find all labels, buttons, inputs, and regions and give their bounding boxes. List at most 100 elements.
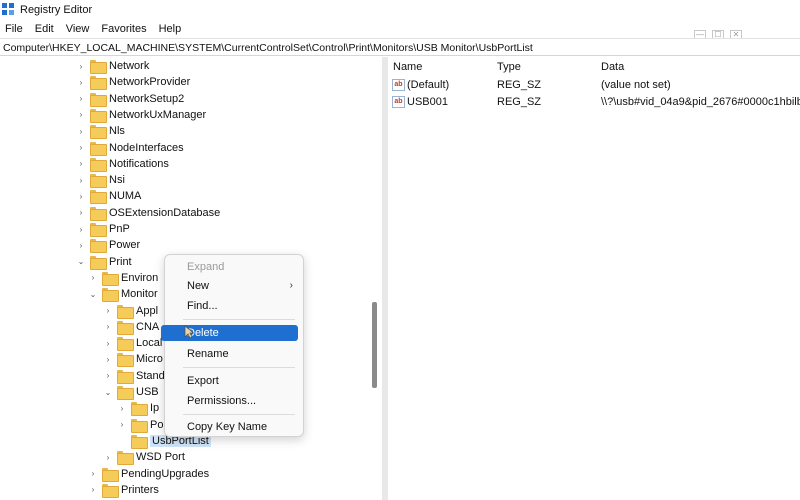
menu-edit[interactable]: Edit	[29, 20, 60, 38]
tree-item[interactable]: › NetworkProvider	[76, 74, 190, 91]
chevron-right-icon[interactable]: ›	[76, 156, 86, 172]
value-name: (Default)	[407, 79, 450, 91]
chevron-right-icon[interactable]: ›	[103, 351, 113, 367]
menu-file[interactable]: File	[0, 20, 29, 38]
value-row[interactable]: ab USB001 REG_SZ \\?\usb#vid_04a9&pid_26…	[388, 94, 800, 110]
tree-item[interactable]: › Stand	[103, 368, 165, 384]
chevron-right-icon[interactable]: ›	[76, 58, 86, 74]
tree-item[interactable]: › NUMA	[76, 188, 141, 205]
value-type: REG_SZ	[497, 96, 542, 108]
column-header-type[interactable]: Type	[497, 61, 521, 73]
value-row[interactable]: ab (Default) REG_SZ (value not set)	[388, 77, 800, 93]
folder-icon	[90, 223, 107, 237]
tree-item[interactable]: › Appl	[103, 303, 158, 319]
chevron-right-icon[interactable]: ›	[76, 221, 86, 237]
folder-icon	[117, 353, 134, 368]
folder-icon	[90, 174, 107, 189]
context-menu-find[interactable]: Find...	[169, 298, 299, 314]
tree-item-label: WSD Port	[136, 451, 185, 464]
column-header-data[interactable]: Data	[601, 61, 624, 73]
chevron-down-icon[interactable]: ⌄	[88, 286, 98, 302]
chevron-right-icon[interactable]: ›	[103, 303, 113, 319]
tree-item[interactable]: › Environ	[88, 270, 158, 286]
tree-item[interactable]: › Network	[76, 58, 149, 74]
chevron-right-icon[interactable]: ›	[76, 74, 86, 90]
tree-item[interactable]: › Po	[117, 417, 163, 433]
folder-icon	[117, 337, 134, 352]
tree-item[interactable]: › Printers	[88, 482, 159, 498]
folder-icon	[90, 125, 107, 140]
chevron-down-icon[interactable]: ⌄	[103, 384, 113, 400]
context-menu-export[interactable]: Export	[169, 373, 299, 389]
value-data: \\?\usb#vid_04a9&pid_2676#0000c1hbilbc	[601, 96, 800, 108]
tree-item[interactable]: › Notifications	[76, 156, 169, 172]
tree-item[interactable]: › Nsi	[76, 172, 125, 189]
folder-icon	[90, 255, 107, 270]
tree-item[interactable]: ⌄ USB	[103, 384, 159, 400]
chevron-right-icon[interactable]: ›	[88, 466, 98, 482]
tree-item-label: Po	[150, 418, 164, 431]
chevron-right-icon[interactable]: ›	[76, 237, 86, 253]
tree-item[interactable]: › Ip	[117, 400, 159, 417]
context-menu-rename[interactable]: Rename	[169, 346, 299, 362]
tree-item[interactable]: › Micro	[103, 351, 163, 368]
folder-icon	[90, 108, 107, 123]
menu-view[interactable]: View	[60, 20, 96, 38]
column-header-name[interactable]: Name	[393, 61, 422, 73]
chevron-right-icon[interactable]: ›	[76, 123, 86, 139]
folder-icon	[131, 434, 148, 449]
tree-item[interactable]: › Nls	[76, 123, 125, 140]
tree-item-label: Print	[109, 255, 132, 268]
context-menu-new[interactable]: New ›	[169, 278, 299, 294]
chevron-right-icon[interactable]: ›	[88, 482, 98, 498]
folder-icon	[90, 190, 107, 205]
chevron-right-icon[interactable]: ›	[117, 417, 127, 433]
menu-help[interactable]: Help	[153, 20, 188, 38]
tree-item[interactable]: › PnP	[76, 221, 130, 237]
chevron-right-icon[interactable]: ›	[76, 172, 86, 188]
tree-item-label: PendingUpgrades	[121, 467, 210, 480]
tree-item-label: NetworkUxManager	[109, 108, 207, 121]
chevron-right-icon[interactable]: ›	[103, 449, 113, 465]
tree-item[interactable]: › PendingUpgrades	[88, 466, 209, 482]
chevron-right-icon[interactable]: ›	[76, 107, 86, 123]
tree-scrollbar-thumb[interactable]	[372, 302, 377, 388]
address-path[interactable]: Computer\HKEY_LOCAL_MACHINE\SYSTEM\Curre…	[3, 42, 533, 54]
chevron-right-icon[interactable]: ›	[76, 205, 86, 221]
context-menu-delete[interactable]: Delete	[161, 325, 298, 341]
folder-icon	[90, 239, 107, 254]
tree-item[interactable]: › WSD Port	[103, 449, 185, 466]
chevron-right-icon[interactable]: ›	[88, 270, 98, 286]
tree-item-label: Micro	[136, 353, 163, 366]
context-menu-expand[interactable]: Expand	[169, 259, 299, 275]
chevron-right-icon[interactable]: ›	[76, 91, 86, 107]
address-bar[interactable]: Computer\HKEY_LOCAL_MACHINE\SYSTEM\Curre…	[0, 38, 800, 56]
folder-icon	[90, 141, 107, 156]
folder-icon	[90, 76, 107, 91]
menu-separator	[183, 319, 295, 320]
tree-item[interactable]: › NetworkUxManager	[76, 107, 206, 123]
tree-item[interactable]: ⌄ Monitor	[88, 286, 158, 303]
tree-item[interactable]: › NetworkSetup2	[76, 91, 184, 107]
tree-item-label: Network	[109, 60, 150, 72]
chevron-right-icon[interactable]: ›	[103, 319, 113, 335]
menu-favorites[interactable]: Favorites	[95, 20, 152, 38]
chevron-right-icon[interactable]: ›	[103, 368, 113, 384]
tree-item[interactable]: › OSExtensionDatabase	[76, 205, 220, 221]
values-list-pane[interactable]: Name Type Data ab (Default) REG_SZ (valu…	[388, 57, 800, 500]
tree-item[interactable]: ⌄ Print	[76, 254, 132, 270]
tree-item[interactable]: › CNA	[103, 319, 159, 335]
tree-item[interactable]: › Local	[103, 335, 163, 352]
tree-item[interactable]: › Power	[76, 237, 140, 254]
chevron-right-icon[interactable]: ›	[76, 140, 86, 156]
chevron-right-icon[interactable]: ›	[76, 188, 86, 204]
tree-item[interactable]: › NodeInterfaces	[76, 140, 184, 156]
context-menu-permissions[interactable]: Permissions...	[169, 393, 299, 409]
tree-item-label: Nls	[109, 125, 125, 138]
chevron-down-icon[interactable]: ⌄	[76, 254, 86, 270]
chevron-right-icon[interactable]: ›	[103, 335, 113, 351]
tree-item-label: Local	[136, 337, 163, 350]
tree-item-label: Nsi	[109, 174, 125, 187]
context-menu-copy-key-name[interactable]: Copy Key Name	[169, 419, 299, 435]
chevron-right-icon[interactable]: ›	[117, 400, 127, 416]
